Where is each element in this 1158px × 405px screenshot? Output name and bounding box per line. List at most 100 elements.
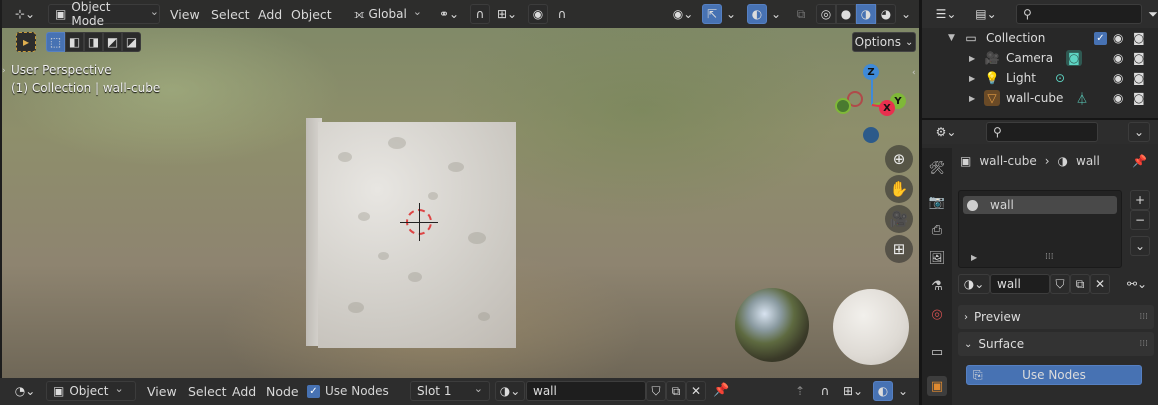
camera-render-icon[interactable]: ◙	[1133, 31, 1145, 45]
fake-user-button[interactable]: ⛉	[646, 381, 666, 401]
expand-arrow-icon[interactable]: ▼	[948, 33, 955, 43]
editor-type-button[interactable]: ⊹⌄	[8, 4, 42, 24]
menu-object[interactable]: Object	[283, 7, 340, 22]
use-nodes-button[interactable]: ⎘ Use Nodes	[966, 365, 1142, 385]
editor-type-button[interactable]: ◔⌄	[8, 381, 42, 401]
expand-arrow-icon[interactable]: ▶	[969, 74, 975, 83]
overlays-toggle[interactable]: ◐	[747, 4, 767, 24]
unlink-material-button[interactable]: ✕	[686, 381, 706, 401]
falloff-dropdown[interactable]: ∩	[550, 4, 574, 24]
camera-view-button[interactable]: 🎥	[885, 205, 913, 233]
x-axis-ball[interactable]: X	[879, 100, 895, 116]
select-new-button[interactable]: ⬚	[46, 32, 65, 52]
shading-wireframe-button[interactable]: ◎	[816, 4, 836, 24]
unlink-material-button[interactable]: ✕	[1090, 274, 1110, 294]
eye-icon[interactable]: ◉	[1113, 71, 1123, 85]
pin-button[interactable]: 📌	[713, 383, 729, 398]
tab-output[interactable]: ⎙	[927, 220, 947, 240]
mode-dropdown[interactable]: ▣ Object Mode	[48, 0, 160, 28]
outliner-row-wall-cube[interactable]: ▶ ▽ wall-cube ⏃ ◉ ◙	[922, 88, 1158, 108]
tab-world[interactable]: ◎	[927, 304, 947, 324]
pan-button[interactable]: ✋	[885, 175, 913, 203]
shading-dropdown[interactable]: ⌄	[898, 4, 914, 24]
select-invert-button[interactable]: ◩	[103, 32, 122, 52]
properties-search-input[interactable]: ⚲	[986, 122, 1098, 142]
neg-z-axis-ball[interactable]	[863, 127, 879, 143]
properties-options-dropdown[interactable]: ⌄	[1128, 122, 1150, 142]
eye-icon[interactable]: ◉	[1113, 51, 1123, 65]
camera-render-icon[interactable]: ◙	[1133, 91, 1145, 105]
fake-user-button[interactable]: ⛉	[1050, 274, 1070, 294]
snap-toggle[interactable]: ∩	[470, 4, 490, 24]
toolbar-expand-arrow[interactable]: ›	[2, 66, 6, 76]
add-slot-button[interactable]: +	[1130, 190, 1150, 210]
duplicate-material-button[interactable]: ⧉	[666, 381, 686, 401]
filter-button[interactable]: ⏷	[1146, 4, 1158, 24]
shading-rendered-button[interactable]: ◕	[876, 4, 896, 24]
select-intersect-button[interactable]: ◪	[122, 32, 141, 52]
xray-toggle[interactable]: ⧉	[791, 4, 811, 24]
expand-arrow-icon[interactable]: ▶	[969, 94, 975, 103]
material-name-field[interactable]: wall	[990, 274, 1050, 294]
gizmo-dropdown[interactable]: ⌄	[723, 4, 739, 24]
shader-type-dropdown[interactable]: ▣ Object	[46, 381, 136, 401]
options-dropdown[interactable]: Options ⌄	[852, 32, 916, 52]
slot-dropdown[interactable]: Slot 1	[410, 381, 490, 401]
menu-view[interactable]: View	[162, 7, 208, 22]
eye-icon[interactable]: ◉	[1113, 91, 1123, 105]
camera-render-icon[interactable]: ◙	[1133, 51, 1145, 65]
snap-dropdown[interactable]: ⊞⌄	[838, 381, 868, 401]
tab-scene[interactable]: ⚗	[927, 276, 947, 296]
transform-orientation-dropdown[interactable]: ⟗ Global	[347, 4, 429, 24]
outliner-search-input[interactable]: ⚲	[1016, 4, 1142, 24]
camera-render-icon[interactable]: ◙	[1133, 71, 1145, 85]
material-browse-button[interactable]: ◑⌄	[495, 381, 525, 401]
link-dropdown[interactable]: ⚯⌄	[1122, 274, 1152, 294]
resize-handle-icon[interactable]: ⁞⁞⁞	[1045, 252, 1054, 262]
light-data-icon[interactable]: ⊙	[1052, 70, 1068, 86]
drag-handle-icon[interactable]: ⁞⁞⁞	[1139, 339, 1148, 349]
menu-node[interactable]: Node	[258, 384, 307, 399]
surface-panel-header[interactable]: ⌄ Surface ⁞⁞⁞	[958, 332, 1154, 356]
select-subtract-button[interactable]: ◨	[84, 32, 103, 52]
overlays-dropdown[interactable]: ⌄	[768, 4, 784, 24]
shading-material-button[interactable]: ◑	[856, 4, 876, 24]
preview-panel-header[interactable]: › Preview ⁞⁞⁞	[958, 305, 1154, 329]
tab-view-layer[interactable]: 🖼	[927, 248, 947, 268]
include-checkbox[interactable]: ✓	[1094, 32, 1107, 45]
zoom-button[interactable]: ⊕	[885, 145, 913, 173]
remove-slot-button[interactable]: −	[1130, 210, 1150, 230]
ortho-toggle-button[interactable]: ⊞	[885, 235, 913, 263]
editor-type-button[interactable]: ⚙⌄	[930, 122, 962, 142]
outliner-row-collection[interactable]: ▼ ▭ Collection ✓ ◉ ◙	[922, 28, 1158, 48]
node-overlays-toggle[interactable]: ◐	[873, 381, 893, 401]
material-browse-button[interactable]: ◑⌄	[958, 274, 990, 294]
navigation-gizmo[interactable]: Z Y X	[830, 62, 912, 144]
eye-icon[interactable]: ◉	[1113, 31, 1123, 45]
outliner-row-camera[interactable]: ▶ 🎥 Camera ◙ ◉ ◙	[922, 48, 1158, 68]
visibility-dropdown[interactable]: ◉⌄	[666, 4, 700, 24]
gizmo-toggle[interactable]: ⇱	[702, 4, 722, 24]
node-overlays-dropdown[interactable]: ⌄	[895, 381, 911, 401]
duplicate-material-button[interactable]: ⧉	[1070, 274, 1090, 294]
expand-arrow-icon[interactable]: ▶	[969, 54, 975, 63]
menu-view[interactable]: View	[139, 384, 185, 399]
snap-dropdown[interactable]: ⊞⌄	[492, 4, 522, 24]
z-axis-ball[interactable]: Z	[863, 64, 879, 80]
mesh-data-icon[interactable]: ⏃	[1074, 90, 1090, 106]
tab-render[interactable]: 📷	[927, 192, 947, 212]
pin-button[interactable]: 📌	[1132, 154, 1147, 168]
parent-node-button[interactable]: ⇡	[790, 381, 810, 401]
select-tool-button[interactable]: ▸	[16, 32, 36, 52]
neg-y-axis-ball[interactable]	[835, 98, 851, 114]
3d-viewport[interactable]: ⊹⌄ ▣ Object Mode View Select Add Object …	[2, 0, 919, 378]
display-mode-dropdown[interactable]: ▤⌄	[970, 4, 1002, 24]
material-slot-item[interactable]: wall	[963, 196, 1117, 214]
shading-solid-button[interactable]: ●	[836, 4, 856, 24]
editor-type-button[interactable]: ☰⌄	[930, 4, 962, 24]
camera-data-icon[interactable]: ◙	[1066, 50, 1082, 66]
sidebar-expand-arrow[interactable]: ‹	[912, 68, 916, 78]
slot-specials-button[interactable]: ⌄	[1130, 236, 1150, 256]
material-name-field[interactable]: wall	[526, 381, 646, 401]
tab-object[interactable]: ▣	[927, 376, 947, 396]
